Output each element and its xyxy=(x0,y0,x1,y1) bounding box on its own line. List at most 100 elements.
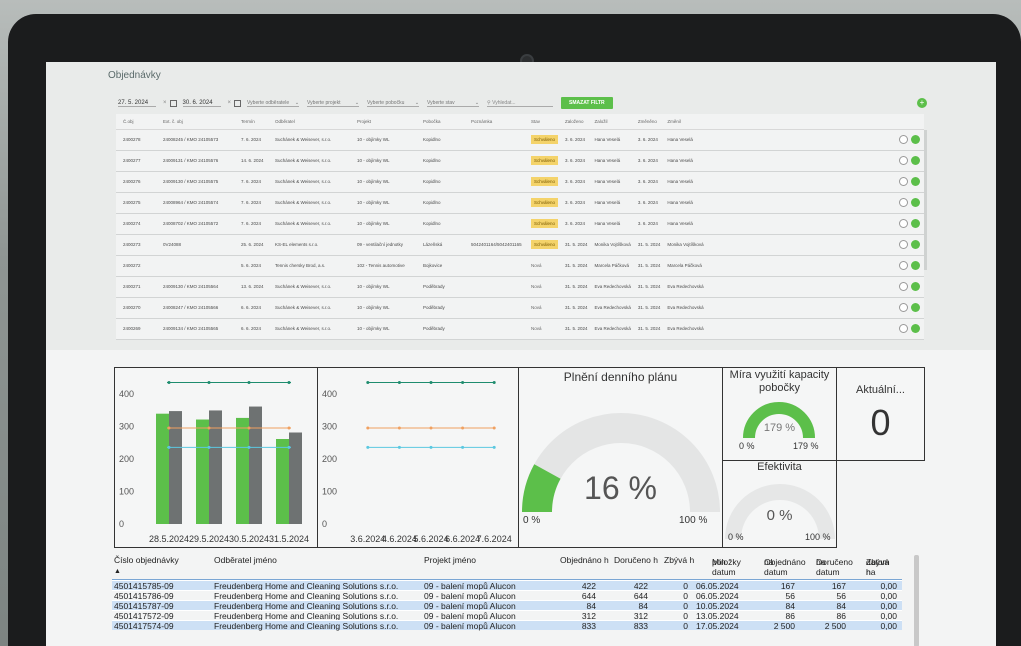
eye-icon[interactable] xyxy=(911,303,920,312)
table-cell: Hana Veselá xyxy=(660,150,704,172)
column-header[interactable]: Založil xyxy=(587,114,631,130)
table-row[interactable]: 4501415785-09 Freudenberg Home and Cleani… xyxy=(112,580,902,591)
copy-icon[interactable] xyxy=(899,156,908,165)
table-cell: Schváleno xyxy=(524,213,559,235)
eye-icon[interactable] xyxy=(911,177,920,186)
data-point[interactable] xyxy=(397,426,401,430)
table-row[interactable]: 2400271 24009130 / KMO 24105564 13. 6. 202… xyxy=(116,276,924,298)
bar[interactable] xyxy=(249,406,262,524)
table-row[interactable]: 2400272 5. 6. 2024 Tennis chersky Brod, a.… xyxy=(116,255,924,277)
table-row[interactable]: 2400275 24008964 / KMO 24105574 7. 6. 2024… xyxy=(116,192,924,214)
header-delivered[interactable]: Doručeno h xyxy=(614,555,658,565)
header-customer[interactable]: Odběratel jméno xyxy=(214,555,277,565)
data-point[interactable] xyxy=(461,445,465,449)
data-point[interactable] xyxy=(366,381,370,385)
column-header[interactable]: Stav xyxy=(524,114,559,130)
table-row[interactable]: 2400270 24008247 / KMO 24105566 6. 6. 2024… xyxy=(116,297,924,319)
column-header[interactable]: Projekt xyxy=(350,114,416,130)
data-point[interactable] xyxy=(429,381,433,385)
clear-filter-button[interactable]: SMAZAT FILTR xyxy=(561,97,613,109)
project-select[interactable]: Vyberte projekt ⌄ xyxy=(307,99,360,107)
table-row[interactable]: 4501417572-09 Freudenberg Home and Cleani… xyxy=(112,610,902,621)
eye-icon[interactable] xyxy=(911,261,920,270)
chevron-down-icon: ⌄ xyxy=(294,99,300,106)
clear-icon[interactable]: × xyxy=(228,100,232,106)
calendar-icon[interactable] xyxy=(169,99,177,107)
column-header[interactable]: Č.obj xyxy=(116,114,156,130)
eye-icon[interactable] xyxy=(911,135,920,144)
copy-icon[interactable] xyxy=(899,219,908,228)
table-row[interactable]: 2400278 24008245 / KMO 24105573 7. 6. 2024… xyxy=(116,129,924,151)
eye-icon[interactable] xyxy=(911,198,920,207)
add-order-button[interactable]: + xyxy=(917,98,927,108)
clear-icon[interactable]: × xyxy=(163,100,167,106)
bar[interactable] xyxy=(236,417,249,524)
table-row[interactable]: 2400273 0V24088 25. 6. 2024 KS-EL elements … xyxy=(116,234,924,256)
column-header[interactable]: Pobočka xyxy=(416,114,464,130)
eye-icon[interactable] xyxy=(911,219,920,228)
data-point[interactable] xyxy=(366,445,370,449)
column-header[interactable]: Změnil xyxy=(660,114,704,130)
column-header[interactable]: Změněno xyxy=(630,114,661,130)
header-project[interactable]: Projekt jméno xyxy=(424,555,476,565)
bar[interactable] xyxy=(276,438,289,524)
data-point[interactable] xyxy=(429,445,433,449)
branch-select[interactable]: Vyberte pobočku ⌄ xyxy=(367,100,420,107)
table-cell: 2400276 xyxy=(116,171,156,193)
column-header[interactable]: Ext. č. obj xyxy=(156,114,234,130)
copy-icon[interactable] xyxy=(899,177,908,186)
table-row[interactable]: 4501415787-09 Freudenberg Home and Cleani… xyxy=(112,600,902,611)
calendar-icon[interactable] xyxy=(234,99,242,107)
table-row[interactable]: 4501415786-09 Freudenberg Home and Cleani… xyxy=(112,590,902,601)
data-point[interactable] xyxy=(461,426,465,430)
eye-icon[interactable] xyxy=(911,324,920,333)
search-input[interactable]: ⚲ Vyhledat... xyxy=(487,100,554,107)
data-point[interactable] xyxy=(492,381,496,385)
column-header[interactable]: Termín xyxy=(234,114,268,130)
data-point[interactable] xyxy=(429,426,433,430)
scrollbar[interactable] xyxy=(924,130,927,270)
scrollbar[interactable] xyxy=(914,555,919,646)
bar[interactable] xyxy=(196,419,209,524)
date-to-field[interactable]: 30. 6. 2024 xyxy=(182,100,221,107)
bar[interactable] xyxy=(156,413,169,524)
table-row[interactable]: 2400277 24009131 / KMO 24105576 14. 6. 202… xyxy=(116,150,924,172)
header-order[interactable]: Číslo objednávky xyxy=(114,555,179,565)
copy-icon[interactable] xyxy=(899,198,908,207)
copy-icon[interactable] xyxy=(899,324,908,333)
data-point[interactable] xyxy=(492,445,496,449)
chevron-down-icon: ⌄ xyxy=(354,99,360,106)
data-point[interactable] xyxy=(492,426,496,430)
state-select[interactable]: Vyberte stav ⌄ xyxy=(427,100,480,107)
table-row[interactable]: 2400269 24009134 / KMO 24105565 6. 6. 2024… xyxy=(116,318,924,340)
table-cell: 24009130 / KMO 24105575 xyxy=(156,171,234,193)
date-from-field[interactable]: 27. 5. 2024 xyxy=(118,100,156,107)
copy-icon[interactable] xyxy=(899,261,908,270)
column-header[interactable]: Založeno xyxy=(558,114,588,130)
header-remaining[interactable]: Zbývá h xyxy=(664,555,694,565)
table-cell: 3. 6. 2024 xyxy=(558,171,588,193)
data-point[interactable] xyxy=(366,426,370,430)
eye-icon[interactable] xyxy=(911,156,920,165)
data-point[interactable] xyxy=(397,381,401,385)
table-cell: Suchánek & Weisever, s.r.o. xyxy=(268,129,350,151)
data-point[interactable] xyxy=(397,445,401,449)
table-row[interactable]: 4501417574-09 Freudenberg Home and Cleani… xyxy=(112,620,902,631)
customer-select[interactable]: Vyberte odběratele ⌄ xyxy=(247,99,300,107)
copy-icon[interactable] xyxy=(899,303,908,312)
bar[interactable] xyxy=(289,432,302,524)
header-ordered[interactable]: Objednáno h xyxy=(560,555,609,565)
data-point[interactable] xyxy=(461,381,465,385)
eye-icon[interactable] xyxy=(911,240,920,249)
column-header[interactable]: Poznámka xyxy=(464,114,524,130)
table-row[interactable]: 2400274 24008702 / KMO 24105572 7. 6. 2024… xyxy=(116,213,924,235)
gauge-min-label: 0 % xyxy=(523,515,541,526)
copy-icon[interactable] xyxy=(899,135,908,144)
column-header[interactable]: Odběratel xyxy=(268,114,350,130)
table-row[interactable]: 2400276 24009130 / KMO 24105575 7. 6. 2024… xyxy=(116,171,924,193)
eye-icon[interactable] xyxy=(911,282,920,291)
copy-icon[interactable] xyxy=(899,282,908,291)
sort-asc-icon[interactable]: ▲ xyxy=(114,567,121,577)
gauge-max-label: 179 % xyxy=(793,441,819,451)
copy-icon[interactable] xyxy=(899,240,908,249)
